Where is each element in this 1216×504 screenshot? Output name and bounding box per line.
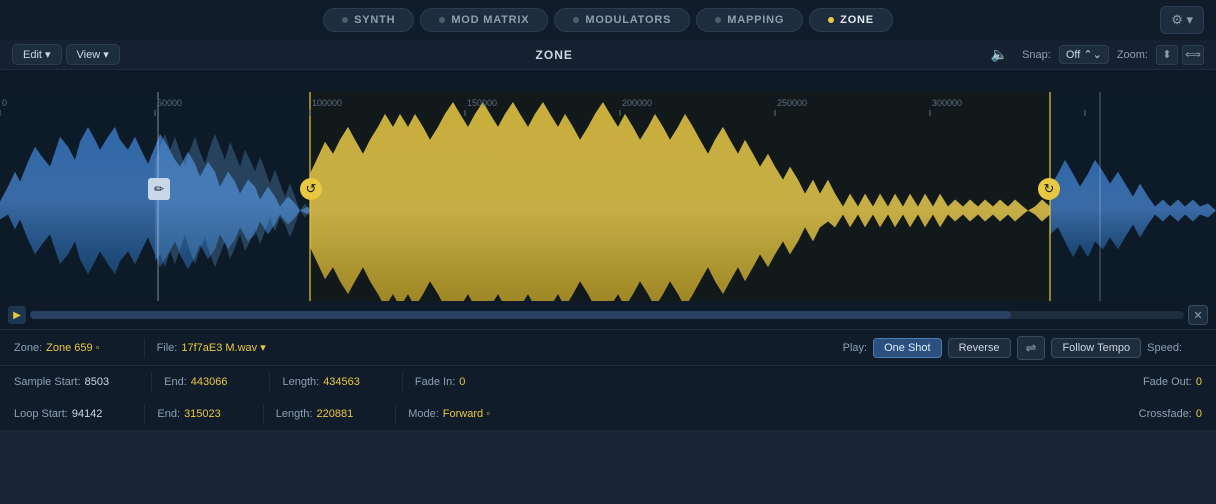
play-section: Play: One Shot Reverse ⇌ Follow Tempo Sp… <box>843 336 1182 360</box>
divider-4 <box>402 372 403 392</box>
crossfade-label: Crossfade: <box>1139 408 1192 420</box>
tab-synth-dot <box>342 17 348 23</box>
tab-mapping-dot <box>715 17 721 23</box>
reverse-button[interactable]: Reverse <box>948 338 1011 358</box>
tab-zone[interactable]: ZONE <box>809 8 893 32</box>
loop-end-section: End: 315023 <box>157 408 220 420</box>
mode-section: Mode: Forward ◦ <box>408 408 490 420</box>
waveform-container: 0 50000 100000 150000 200000 250000 3000… <box>0 70 1216 330</box>
divider-5 <box>144 404 145 424</box>
toolbar-right: 🔈 Snap: Off ⌃⌄ Zoom: ⬍ ⟺ <box>985 44 1204 65</box>
scroll-left-button[interactable]: ▶ <box>8 306 26 324</box>
fade-in-value[interactable]: 0 <box>459 376 465 388</box>
view-button[interactable]: View ▾ <box>66 44 120 65</box>
scrollbar-area: ▶ ✕ <box>0 301 1216 329</box>
svg-text:150000: 150000 <box>467 98 497 108</box>
length-value-2[interactable]: 220881 <box>316 408 353 420</box>
sample-start-label: Sample Start: <box>14 376 81 388</box>
mode-value[interactable]: Forward ◦ <box>443 408 490 420</box>
play-label: Play: <box>843 342 867 354</box>
fade-in-section: Fade In: 0 <box>415 376 465 388</box>
sample-start-section: Sample Start: 8503 <box>14 376 109 388</box>
speed-label: Speed: <box>1147 342 1182 354</box>
sample-start-value[interactable]: 8503 <box>85 376 109 388</box>
tab-synth[interactable]: SYNTH <box>323 8 414 32</box>
fade-in-label: Fade In: <box>415 376 455 388</box>
zoom-fit-button[interactable]: ⬍ <box>1156 45 1178 65</box>
top-nav: SYNTH MOD MATRIX MODULATORS MAPPING ZONE… <box>0 0 1216 40</box>
length-section-1: Length: 434563 <box>282 376 359 388</box>
zoom-label: Zoom: <box>1117 49 1148 61</box>
zone-label: Zone: <box>14 342 42 354</box>
divider-2 <box>151 372 152 392</box>
stats-row-2: Loop Start: 94142 End: 315023 Length: 22… <box>0 398 1216 430</box>
snap-label: Snap: <box>1022 49 1051 61</box>
toolbar-title: ZONE <box>124 48 985 62</box>
length-section-2: Length: 220881 <box>276 408 353 420</box>
tab-mapping[interactable]: MAPPING <box>696 8 803 32</box>
loop-start-marker[interactable]: ↺ <box>300 178 322 200</box>
zone-value[interactable]: Zone 659 ◦ <box>46 342 99 354</box>
end-label-1: End: <box>164 376 187 388</box>
edit-button[interactable]: Edit ▾ <box>12 44 62 65</box>
stats-row-1: Sample Start: 8503 End: 443066 Length: 4… <box>0 366 1216 398</box>
divider-7 <box>395 404 396 424</box>
svg-text:0: 0 <box>2 98 7 108</box>
loop-icon-button[interactable]: ⇌ <box>1017 336 1046 360</box>
toolbar: Edit ▾ View ▾ ZONE 🔈 Snap: Off ⌃⌄ Zoom: … <box>0 40 1216 70</box>
divider-3 <box>269 372 270 392</box>
speaker-button[interactable]: 🔈 <box>985 44 1014 65</box>
loop-start-value[interactable]: 94142 <box>72 408 103 420</box>
end-section: End: 443066 <box>164 376 227 388</box>
scrollbar-track[interactable] <box>30 311 1184 319</box>
zoom-icons: ⬍ ⟺ <box>1156 45 1204 65</box>
waveform-svg: 0 50000 100000 150000 200000 250000 3000… <box>0 92 1216 329</box>
divider-6 <box>263 404 264 424</box>
loop-start-section: Loop Start: 94142 <box>14 408 102 420</box>
crossfade-value[interactable]: 0 <box>1196 408 1202 420</box>
end-value-1[interactable]: 443066 <box>191 376 228 388</box>
tab-mod-matrix-label: MOD MATRIX <box>451 14 529 26</box>
tab-modulators-label: MODULATORS <box>585 14 671 26</box>
file-label: File: <box>157 342 178 354</box>
end-label-2: End: <box>157 408 180 420</box>
fade-out-label: Fade Out: <box>1143 376 1192 388</box>
divider-1 <box>144 338 145 358</box>
one-shot-button[interactable]: One Shot <box>873 338 941 358</box>
snap-value: Off <box>1066 49 1080 61</box>
svg-text:300000: 300000 <box>932 98 962 108</box>
tab-modulators-dot <box>573 17 579 23</box>
fade-out-value[interactable]: 0 <box>1196 376 1202 388</box>
sample-start-marker[interactable]: ✏ <box>148 178 170 200</box>
snap-chevron: ⌃⌄ <box>1083 49 1101 61</box>
snap-select[interactable]: Off ⌃⌄ <box>1059 45 1109 64</box>
scrollbar-thumb[interactable] <box>30 311 1011 319</box>
length-label-2: Length: <box>276 408 313 420</box>
length-value-1[interactable]: 434563 <box>323 376 360 388</box>
tab-modulators[interactable]: MODULATORS <box>554 8 690 32</box>
tab-mod-matrix-dot <box>439 17 445 23</box>
svg-text:200000: 200000 <box>622 98 652 108</box>
end-value-2[interactable]: 315023 <box>184 408 221 420</box>
close-button[interactable]: ✕ <box>1188 305 1208 325</box>
svg-text:100000: 100000 <box>312 98 342 108</box>
length-label-1: Length: <box>282 376 319 388</box>
zoom-out-button[interactable]: ⟺ <box>1182 45 1204 65</box>
loop-end-marker[interactable]: ↻ <box>1038 178 1060 200</box>
follow-tempo-button[interactable]: Follow Tempo <box>1051 338 1141 358</box>
tab-synth-label: SYNTH <box>354 14 395 26</box>
svg-text:250000: 250000 <box>777 98 807 108</box>
tab-mod-matrix[interactable]: MOD MATRIX <box>420 8 548 32</box>
tab-zone-label: ZONE <box>840 14 874 26</box>
file-value[interactable]: 17f7aE3 M.wav ▾ <box>181 341 265 354</box>
svg-text:50000: 50000 <box>157 98 182 108</box>
file-section: File: 17f7aE3 M.wav ▾ <box>157 341 266 354</box>
loop-start-label: Loop Start: <box>14 408 68 420</box>
gear-button[interactable]: ⚙ ▾ <box>1160 6 1204 34</box>
info-bar: Zone: Zone 659 ◦ File: 17f7aE3 M.wav ▾ P… <box>0 330 1216 366</box>
tab-mapping-label: MAPPING <box>727 14 784 26</box>
zone-section: Zone: Zone 659 ◦ <box>14 342 100 354</box>
mode-label: Mode: <box>408 408 439 420</box>
tab-zone-dot <box>828 17 834 23</box>
